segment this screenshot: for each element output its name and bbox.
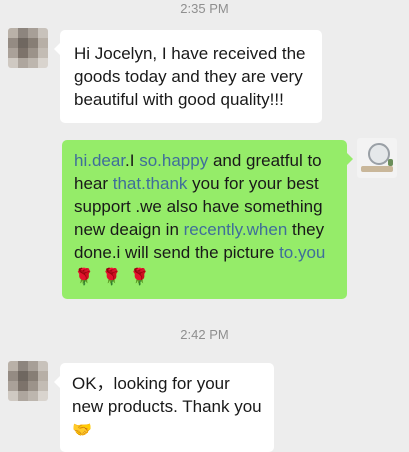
timestamp: 2:42 PM bbox=[180, 327, 229, 342]
message-text: .I bbox=[125, 151, 140, 170]
message-bubble-incoming[interactable]: Hi Jocelyn, I have received the goods to… bbox=[54, 30, 322, 123]
rose-emoji: 🌹 bbox=[101, 269, 130, 286]
emoji-row: 🌹🌹🌹 bbox=[74, 266, 337, 289]
my-avatar[interactable] bbox=[357, 138, 397, 178]
message-text: Hi Jocelyn, I have received the goods to… bbox=[74, 44, 306, 109]
message-link[interactable]: to.you bbox=[279, 243, 325, 262]
rose-emoji: 🌹 bbox=[129, 269, 158, 286]
message-bubble-outgoing[interactable]: hi.dear.I so.happy and greatful to hear … bbox=[62, 140, 353, 299]
contact-avatar[interactable] bbox=[8, 28, 48, 68]
message-link[interactable]: recently.when bbox=[184, 220, 288, 239]
contact-avatar[interactable] bbox=[8, 361, 48, 401]
timestamp: 2:35 PM bbox=[180, 1, 229, 16]
message-link[interactable]: hi.dear bbox=[74, 151, 125, 170]
rose-emoji: 🌹 bbox=[74, 269, 102, 286]
message-link[interactable]: so.happy bbox=[139, 151, 208, 170]
message-text: OK，looking for your new products. Thank … bbox=[72, 374, 262, 416]
message-link[interactable]: that.thank bbox=[113, 174, 188, 193]
